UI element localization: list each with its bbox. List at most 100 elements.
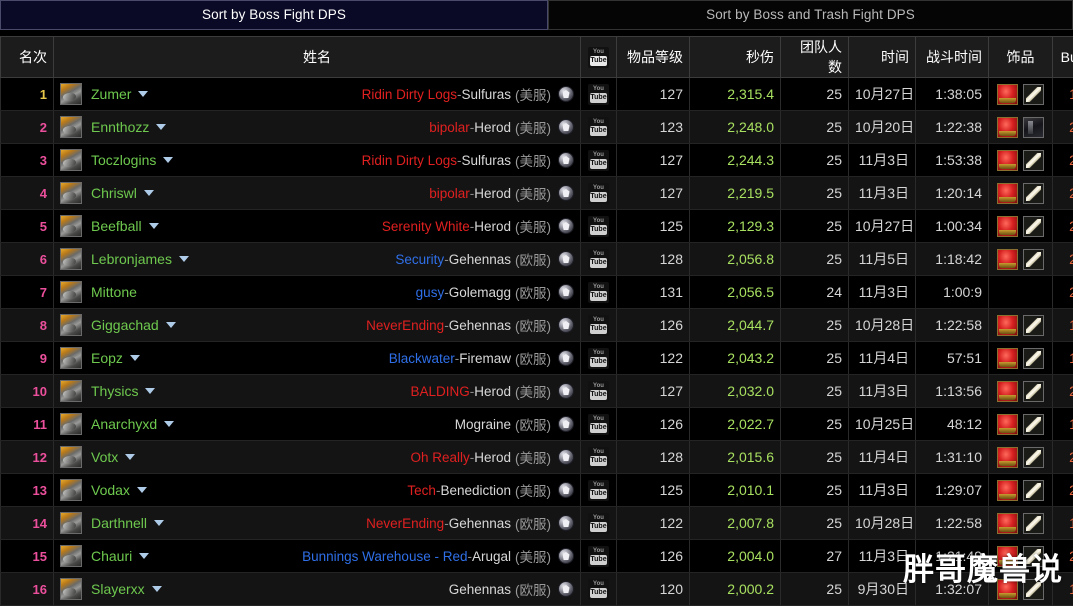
- cell-youtube[interactable]: YouTube: [581, 507, 617, 540]
- column-header-dps[interactable]: 秒伤: [690, 37, 781, 78]
- cell-youtube[interactable]: YouTube: [581, 177, 617, 210]
- chevron-down-icon[interactable]: [152, 586, 162, 592]
- table-row[interactable]: 14DarthnellNeverEnding - Gehennas(欧服)You…: [1, 507, 1073, 540]
- column-header-date[interactable]: 时间: [849, 37, 916, 78]
- chevron-down-icon[interactable]: [125, 454, 135, 460]
- table-row[interactable]: 7Mittonegusy - Golemagg(欧服)YouTube1312,0…: [1, 276, 1073, 309]
- column-header-trinkets[interactable]: 饰品: [989, 37, 1053, 78]
- realm-name[interactable]: Sulfuras: [461, 153, 511, 168]
- player-name-link[interactable]: Beefball: [91, 218, 142, 234]
- cell-youtube[interactable]: YouTube: [581, 408, 617, 441]
- cell-youtube[interactable]: YouTube: [581, 276, 617, 309]
- guild-name-link[interactable]: bipolar: [429, 120, 470, 135]
- realm-name[interactable]: Herod: [474, 219, 511, 234]
- chevron-down-icon[interactable]: [156, 124, 166, 130]
- trinket-gem-icon[interactable]: [997, 150, 1018, 171]
- trinket-bone-icon[interactable]: [1023, 414, 1044, 435]
- trinket-bone-icon[interactable]: [1023, 315, 1044, 336]
- youtube-icon[interactable]: YouTube: [588, 348, 609, 369]
- table-row[interactable]: 2Ennthozzbipolar - Herod(美服)YouTube1232,…: [1, 111, 1073, 144]
- trinket-bone-icon[interactable]: [1023, 216, 1044, 237]
- chevron-down-icon[interactable]: [130, 355, 140, 361]
- player-name-link[interactable]: Giggachad: [91, 317, 159, 333]
- youtube-icon[interactable]: YouTube: [588, 513, 609, 534]
- trinket-bone-icon[interactable]: [1023, 579, 1044, 600]
- youtube-icon[interactable]: YouTube: [588, 414, 609, 435]
- guild-name-link[interactable]: Security: [395, 252, 444, 267]
- trinket-gem-icon[interactable]: [997, 84, 1018, 105]
- youtube-icon[interactable]: YouTube: [588, 150, 609, 171]
- column-header-youtube[interactable]: You Tube: [581, 37, 617, 78]
- trinket-gem-icon[interactable]: [997, 480, 1018, 501]
- trinket-gem-icon[interactable]: [997, 546, 1018, 567]
- cell-youtube[interactable]: YouTube: [581, 309, 617, 342]
- player-name-link[interactable]: Chauri: [91, 548, 132, 564]
- realm-name[interactable]: Sulfuras: [461, 87, 511, 102]
- youtube-icon[interactable]: YouTube: [588, 282, 609, 303]
- trinket-gem-icon[interactable]: [997, 117, 1018, 138]
- guild-name-link[interactable]: gusy: [416, 285, 445, 300]
- realm-name[interactable]: Gehennas: [449, 516, 511, 531]
- chevron-down-icon[interactable]: [149, 223, 159, 229]
- chevron-down-icon[interactable]: [138, 91, 148, 97]
- cell-youtube[interactable]: YouTube: [581, 210, 617, 243]
- table-row[interactable]: 12VotxOh Really - Herod(美服)YouTube1282,0…: [1, 441, 1073, 474]
- youtube-icon[interactable]: YouTube: [588, 183, 609, 204]
- trinket-gem-icon[interactable]: [997, 513, 1018, 534]
- guild-name-link[interactable]: bipolar: [429, 186, 470, 201]
- cell-youtube[interactable]: YouTube: [581, 441, 617, 474]
- player-name-link[interactable]: Vodax: [91, 482, 130, 498]
- player-name-link[interactable]: Chriswl: [91, 185, 137, 201]
- player-name-link[interactable]: Votx: [91, 449, 118, 465]
- trinket-gem-icon[interactable]: [997, 447, 1018, 468]
- trinket-gem-icon[interactable]: [997, 348, 1018, 369]
- cell-youtube[interactable]: YouTube: [581, 243, 617, 276]
- youtube-icon[interactable]: YouTube: [588, 216, 609, 237]
- guild-name-link[interactable]: Ridin Dirty Logs: [362, 87, 457, 102]
- chevron-down-icon[interactable]: [163, 157, 173, 163]
- trinket-dark-icon[interactable]: [1023, 117, 1044, 138]
- trinket-gem-icon[interactable]: [997, 315, 1018, 336]
- realm-name[interactable]: Herod: [474, 186, 511, 201]
- player-name-link[interactable]: Toczlogins: [91, 152, 156, 168]
- tab-sort-boss-and-trash-fight-dps[interactable]: Sort by Boss and Trash Fight DPS: [548, 0, 1073, 30]
- cell-youtube[interactable]: YouTube: [581, 342, 617, 375]
- trinket-bone-icon[interactable]: [1023, 513, 1044, 534]
- youtube-icon[interactable]: YouTube: [588, 315, 609, 336]
- trinket-gem-icon[interactable]: [997, 249, 1018, 270]
- cell-youtube[interactable]: YouTube: [581, 573, 617, 606]
- column-header-buff[interactable]: Buff: [1053, 37, 1073, 78]
- table-row[interactable]: 4Chriswlbipolar - Herod(美服)YouTube1272,2…: [1, 177, 1073, 210]
- guild-name-link[interactable]: Serenity White: [382, 219, 470, 234]
- trinket-gem-icon[interactable]: [997, 414, 1018, 435]
- trinket-gem-icon[interactable]: [997, 183, 1018, 204]
- realm-name[interactable]: Gehennas: [449, 582, 511, 597]
- player-name-link[interactable]: Zumer: [91, 86, 131, 102]
- chevron-down-icon[interactable]: [154, 520, 164, 526]
- chevron-down-icon[interactable]: [179, 256, 189, 262]
- player-name-link[interactable]: Darthnell: [91, 515, 147, 531]
- guild-name-link[interactable]: BALDING: [410, 384, 469, 399]
- table-row[interactable]: 11AnarchyxdMograine(欧服)YouTube1262,022.7…: [1, 408, 1073, 441]
- youtube-icon[interactable]: YouTube: [588, 447, 609, 468]
- youtube-icon[interactable]: YouTube: [588, 546, 609, 567]
- player-name-link[interactable]: Thysics: [91, 383, 138, 399]
- guild-name-link[interactable]: Blackwater: [389, 351, 455, 366]
- trinket-bone-icon[interactable]: [1023, 546, 1044, 567]
- chevron-down-icon[interactable]: [137, 487, 147, 493]
- guild-name-link[interactable]: Bunnings Warehouse - Red: [302, 549, 467, 564]
- column-header-raid-size[interactable]: 团队人数: [781, 37, 849, 78]
- table-row[interactable]: 10ThysicsBALDING - Herod(美服)YouTube1272,…: [1, 375, 1073, 408]
- column-header-name[interactable]: 姓名: [54, 37, 581, 78]
- realm-name[interactable]: Arugal: [472, 549, 511, 564]
- table-row[interactable]: 13VodaxTech - Benediction(美服)YouTube1252…: [1, 474, 1073, 507]
- trinket-gem-icon[interactable]: [997, 381, 1018, 402]
- table-row[interactable]: 6LebronjamesSecurity - Gehennas(欧服)YouTu…: [1, 243, 1073, 276]
- cell-youtube[interactable]: YouTube: [581, 375, 617, 408]
- table-row[interactable]: 5BeefballSerenity White - Herod(美服)YouTu…: [1, 210, 1073, 243]
- realm-name[interactable]: Mograine: [455, 417, 511, 432]
- table-row[interactable]: 8GiggachadNeverEnding - Gehennas(欧服)YouT…: [1, 309, 1073, 342]
- chevron-down-icon[interactable]: [139, 553, 149, 559]
- guild-name-link[interactable]: Oh Really: [410, 450, 469, 465]
- youtube-icon[interactable]: YouTube: [588, 480, 609, 501]
